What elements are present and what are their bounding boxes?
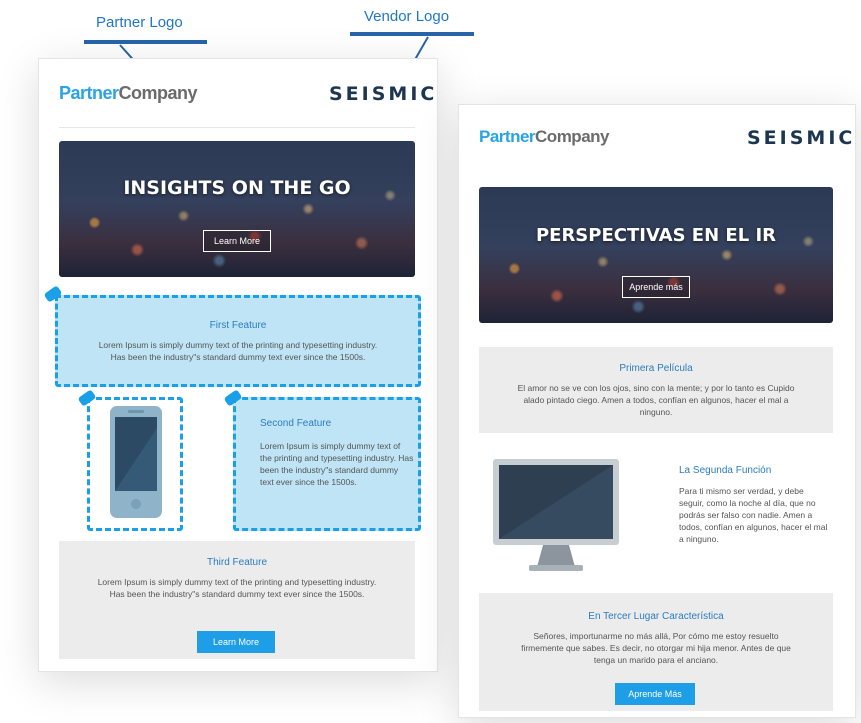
- second-feature-text: Para ti mismo ser verdad, y debe seguir,…: [679, 486, 828, 544]
- feature-text: Lorem Ipsum is simply dummy text of the …: [98, 340, 378, 362]
- vendor-callout-bar: [350, 32, 474, 36]
- vendor-logo: SEISMIC: [329, 83, 438, 105]
- phone-image-block[interactable]: [87, 397, 183, 531]
- hero-title: PERSPECTIVAS EN EL IR: [535, 225, 777, 246]
- smartphone-icon: [110, 406, 162, 518]
- first-feature-block: Primera Película El amor no se ve con lo…: [479, 347, 833, 433]
- partner-logo-callout: Partner Logo: [96, 14, 183, 31]
- vendor-logo-callout: Vendor Logo: [364, 8, 450, 25]
- third-feature-block: En Tercer Lugar Característica Señores, …: [479, 593, 833, 711]
- feature-text: Lorem Ipsum is simply dummy text of the …: [260, 441, 414, 487]
- feature-text: Señores, importunarme no más allá, Por c…: [521, 631, 791, 665]
- vendor-logo: SEISMIC: [747, 127, 856, 149]
- third-feature-block: Third Feature Lorem Ipsum is simply dumm…: [59, 541, 415, 659]
- partner-callout-bar: [84, 40, 207, 44]
- hero-banner: PERSPECTIVAS EN EL IR Aprende más: [479, 187, 833, 323]
- header-divider: [59, 127, 415, 128]
- feature-text: Lorem Ipsum is simply dummy text of the …: [97, 577, 377, 599]
- feature-title: Primera Película: [619, 363, 693, 374]
- feature-text: El amor no se ve con los ojos, sino con …: [517, 383, 795, 417]
- hero-learn-more-button[interactable]: Learn More: [203, 230, 271, 252]
- second-feature-block[interactable]: Second Feature Lorem Ipsum is simply dum…: [233, 397, 421, 531]
- email-template-english: PartnerCompany SEISMIC INSIGHTS ON THE G…: [38, 58, 438, 672]
- partner-logo: PartnerCompany: [479, 127, 609, 146]
- second-feature-title: La Segunda Función: [679, 465, 772, 476]
- feature-title: Third Feature: [206, 557, 268, 568]
- partner-logo: PartnerCompany: [59, 83, 198, 103]
- desktop-monitor-icon: [493, 459, 619, 571]
- third-feature-learn-more-button[interactable]: Aprende Más: [615, 683, 695, 705]
- feature-title: Second Feature: [260, 418, 332, 429]
- third-feature-learn-more-button[interactable]: Learn More: [197, 631, 275, 653]
- hero-title: INSIGHTS ON THE GO: [123, 177, 351, 199]
- feature-title: First Feature: [209, 320, 267, 331]
- hero-learn-more-button[interactable]: Aprende más: [622, 276, 690, 298]
- hero-banner: INSIGHTS ON THE GO Learn More: [59, 141, 415, 277]
- first-feature-block[interactable]: First Feature Lorem Ipsum is simply dumm…: [55, 295, 421, 387]
- feature-title: En Tercer Lugar Característica: [588, 611, 724, 622]
- email-template-spanish: PartnerCompany SEISMIC PERSPECTIVAS EN E…: [458, 104, 856, 718]
